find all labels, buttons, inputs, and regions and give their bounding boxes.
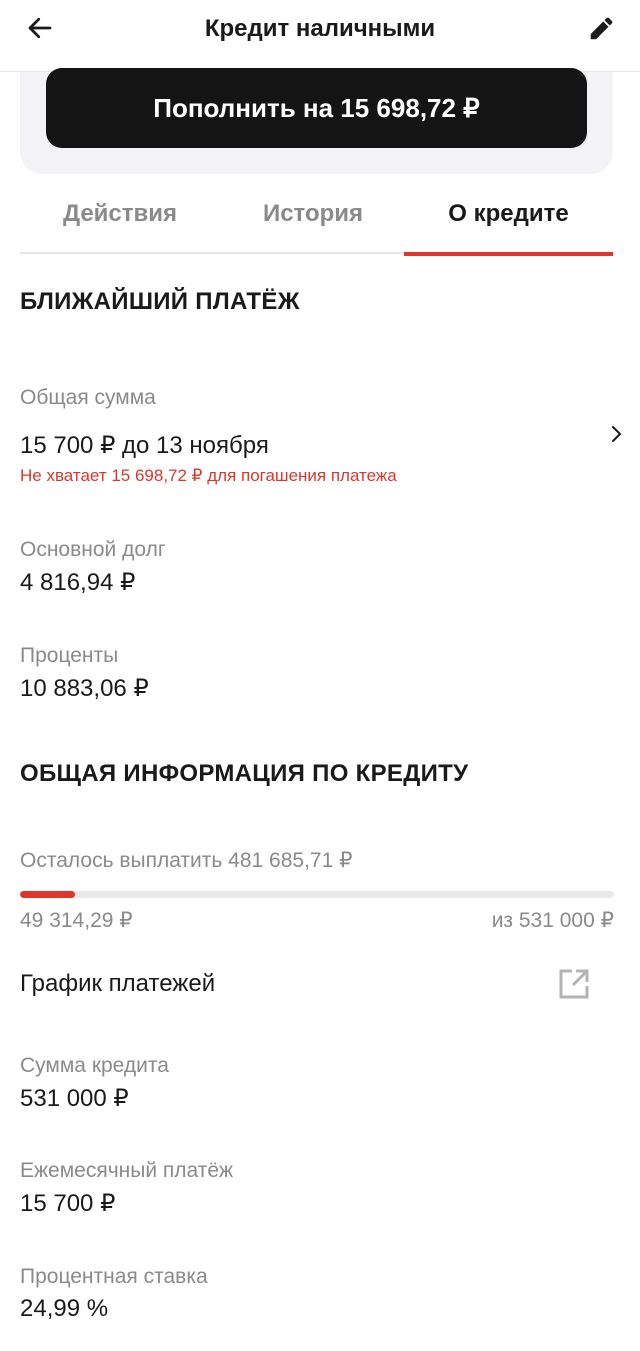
arrow-left-icon xyxy=(28,17,52,39)
total-amount-label: Общая сумма xyxy=(20,386,156,409)
payment-schedule-label: График платежей xyxy=(20,970,216,997)
principal-label: Основной долг xyxy=(20,538,166,561)
remaining-amount: Осталось выплатить 481 685,71 ₽ xyxy=(20,849,353,872)
repayment-progress-bar xyxy=(20,891,614,898)
chevron-right-icon[interactable] xyxy=(606,424,626,444)
interest-rate-label: Процентная ставка xyxy=(20,1265,208,1288)
tab-history[interactable]: История xyxy=(213,184,413,254)
tab-actions[interactable]: Действия xyxy=(20,184,220,254)
back-button[interactable] xyxy=(22,10,58,46)
interest-rate-value: 24,99 % xyxy=(20,1295,109,1322)
tab-about-loan[interactable]: О кредите xyxy=(404,184,613,256)
paid-amount: 49 314,29 ₽ xyxy=(20,909,133,932)
page-title: Кредит наличными xyxy=(204,14,436,42)
tab-label: История xyxy=(262,200,364,227)
payment-schedule-row[interactable]: График платежей xyxy=(20,960,614,1008)
pencil-icon xyxy=(590,17,613,40)
tab-bar: Действия История О кредите xyxy=(20,184,613,256)
monthly-payment-label: Ежемесячный платёж xyxy=(20,1159,234,1182)
total-loan-of: из 531 000 ₽ xyxy=(491,909,614,932)
principal-value: 4 816,94 ₽ xyxy=(20,569,136,596)
total-amount-value[interactable]: 15 700 ₽ до 13 ноября xyxy=(20,431,269,460)
repayment-progress-fill xyxy=(20,891,76,898)
loan-info-title: ОБЩАЯ ИНФОРМАЦИЯ ПО КРЕДИТУ xyxy=(20,760,469,787)
tab-label: Действия xyxy=(62,200,178,227)
loan-amount-label: Сумма кредита xyxy=(20,1054,169,1077)
interest-value: 10 883,06 ₽ xyxy=(20,675,149,702)
tab-label: О кредите xyxy=(448,200,569,227)
top-up-button[interactable]: Пополнить на 15 698,72 ₽ xyxy=(46,68,587,148)
next-payment-title: БЛИЖАЙШИЙ ПЛАТЁЖ xyxy=(20,288,300,315)
interest-label: Проценты xyxy=(20,644,119,667)
top-bar: Кредит наличными xyxy=(0,0,640,72)
insufficient-funds-warning: Не хватает 15 698,72 ₽ для погашения пла… xyxy=(20,466,397,485)
loan-details-screen: Кредит наличными Пополнить на 15 698,72 … xyxy=(0,0,640,1351)
monthly-payment-value: 15 700 ₽ xyxy=(20,1190,116,1217)
external-link-icon[interactable] xyxy=(556,966,592,1002)
loan-amount-value: 531 000 ₽ xyxy=(20,1085,129,1112)
edit-button[interactable] xyxy=(584,10,620,46)
